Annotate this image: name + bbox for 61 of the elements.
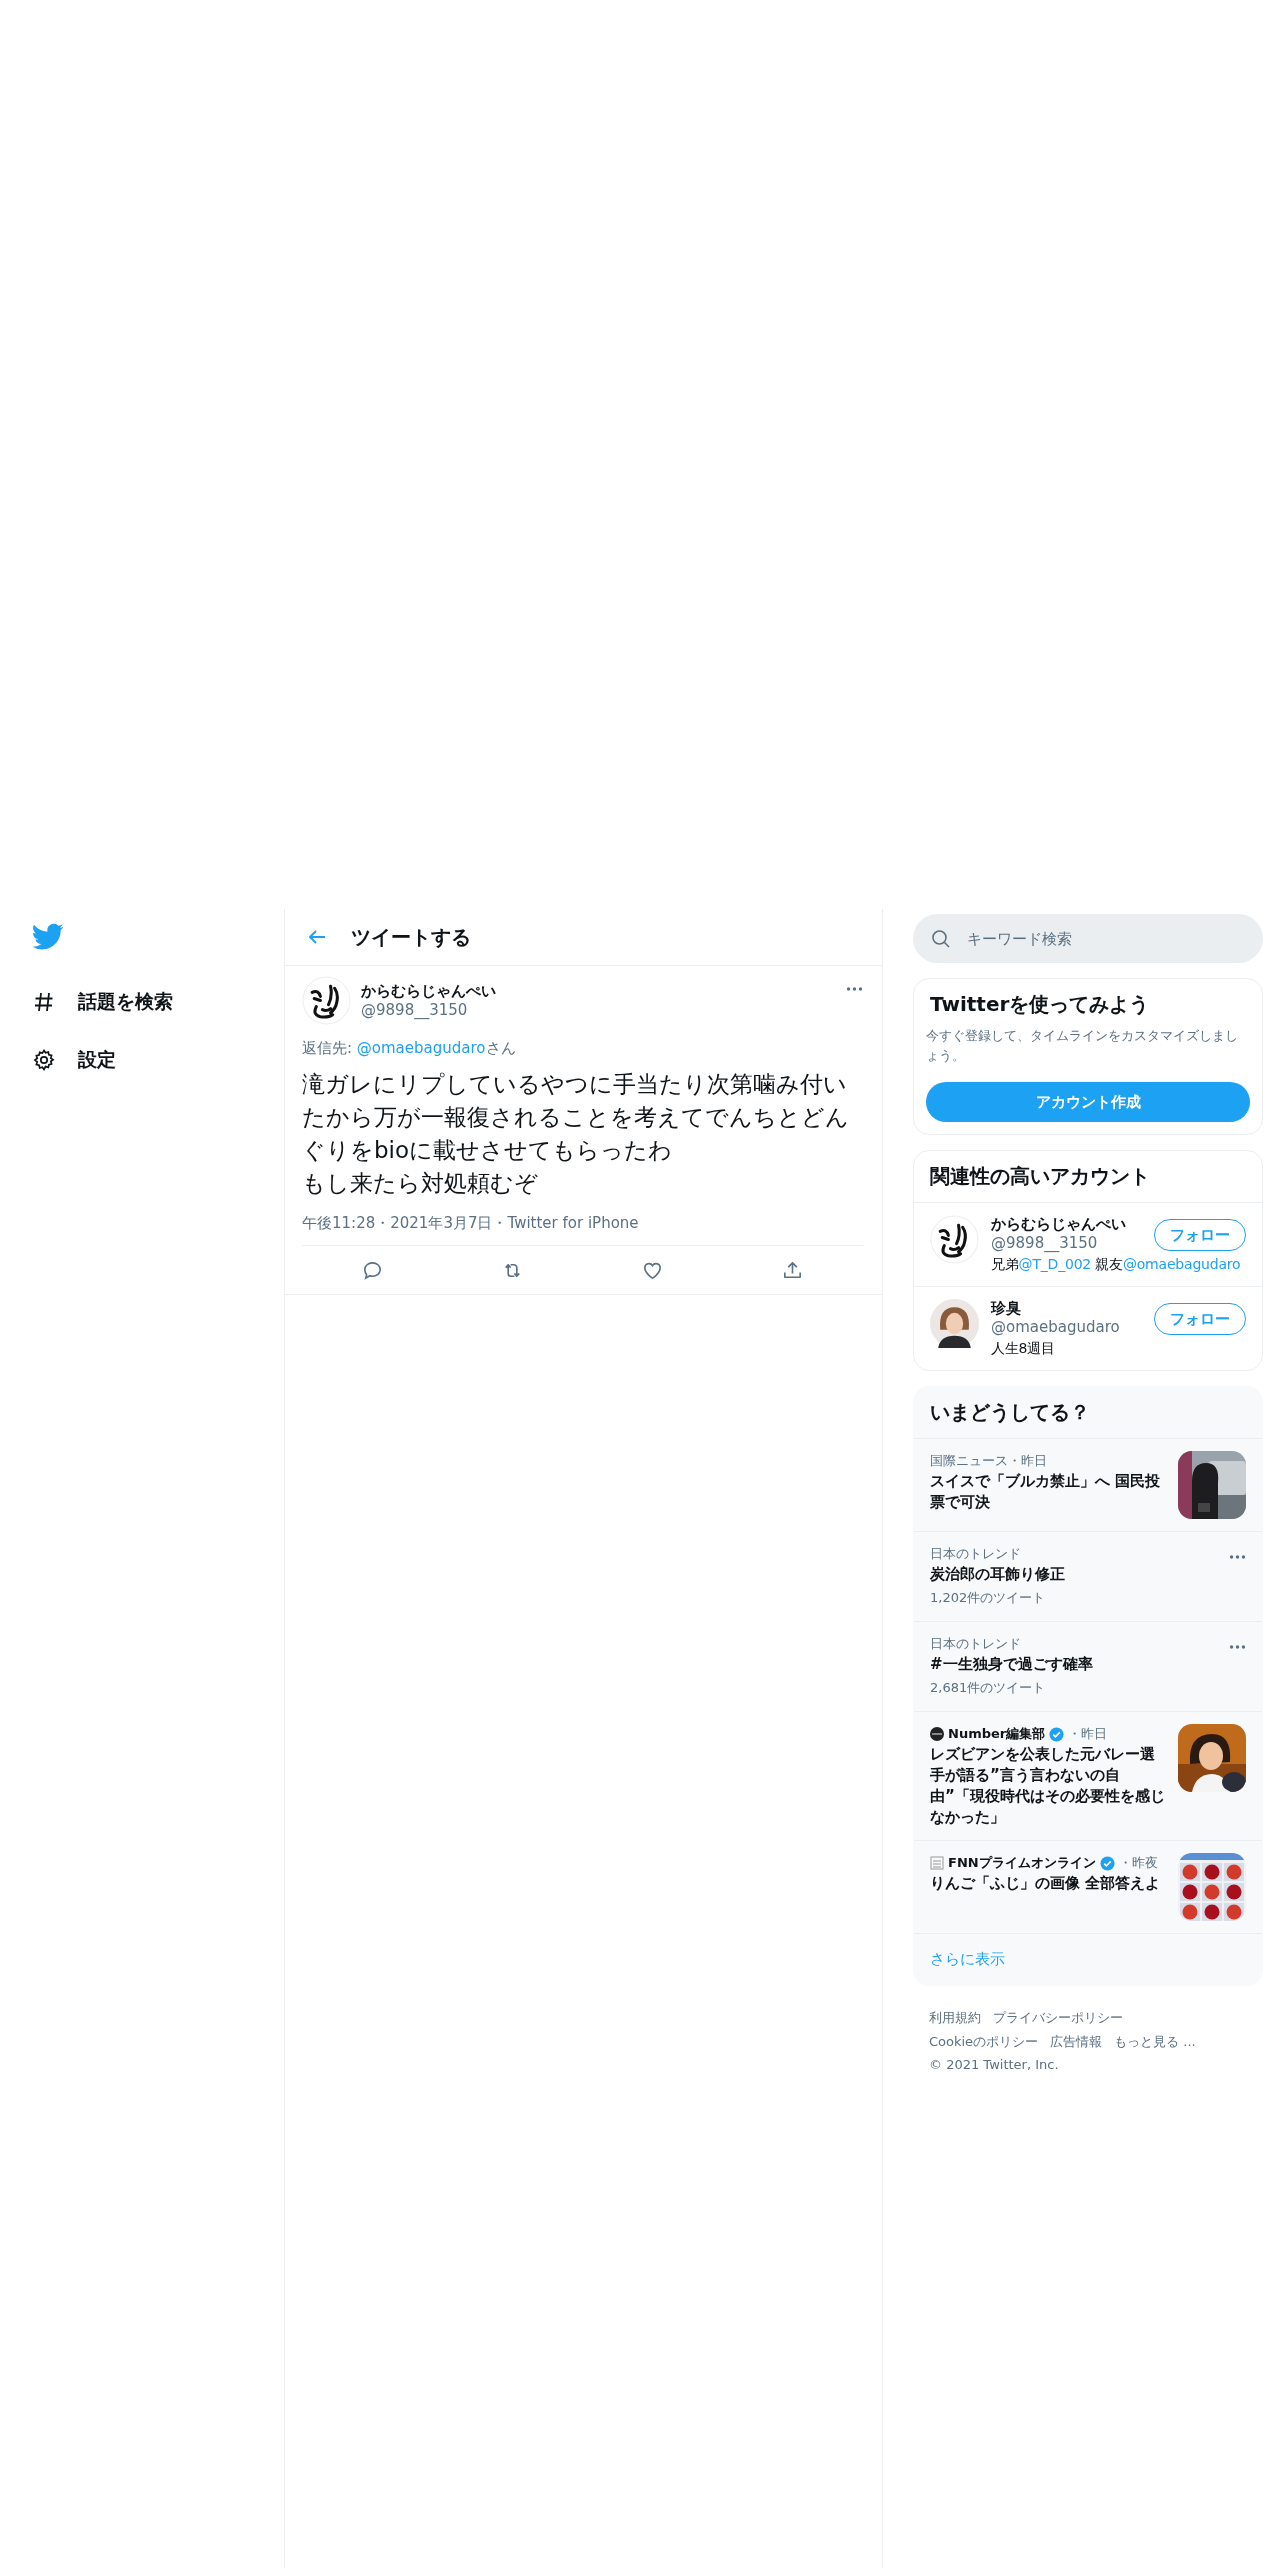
post-time: ・昨日 (1068, 1725, 1108, 1743)
mention-link[interactable]: @omaebagudaro (356, 1039, 486, 1057)
account-name[interactable]: からむらじゃんぺい (991, 1215, 1146, 1234)
card-title: Twitterを使ってみよう (929, 991, 1151, 1018)
trend-category: 国際ニュース・昨日 (930, 1452, 1048, 1470)
tweet-text: もし来たら対処頼むぞ (302, 1169, 539, 1198)
footer-link[interactable]: 広告情報 (1050, 2033, 1103, 2051)
mention-link[interactable]: @omaebagudaro (1122, 1256, 1241, 1272)
trend-item[interactable]: 日本のトレンド 炭治郎の耳飾り修正 1,202件のツイート (914, 1531, 1262, 1621)
nav-item[interactable]: 話題を検索 (30, 973, 284, 1031)
page-title: ツイートする (351, 923, 471, 951)
settings-icon (32, 1048, 56, 1072)
author-name[interactable]: からむらじゃんぺい (361, 982, 836, 1001)
more-icon[interactable] (1229, 1644, 1246, 1650)
footer-link[interactable]: 利用規約 (929, 2009, 981, 2027)
post-time: ・昨夜 (1118, 1854, 1158, 1872)
hashtag-icon (32, 990, 56, 1014)
source-logo-icon (930, 1856, 944, 1870)
tweet-count: 2,681件のツイート (930, 1679, 1047, 1697)
tweet-count: 1,202件のツイート (930, 1589, 1047, 1607)
copyright-text: © 2021 Twitter, Inc. (929, 2057, 1060, 2072)
trend-item[interactable]: FNNプライムオンライン ・昨夜 りんご「ふじ」の画像 全部答えよ (914, 1840, 1262, 1933)
more-icon[interactable] (1229, 1554, 1246, 1560)
account-handle[interactable]: @9898__3150 (991, 1234, 1146, 1252)
account-bio: 兄弟@T_D_002 親友@omaebagudaro (991, 1256, 1242, 1274)
trend-item[interactable]: 国際ニュース・昨日 スイスで「ブルカ禁止」へ 国民投票で可決 (914, 1438, 1262, 1531)
trend-headline: #一生独身で過ごす確率 (930, 1654, 1094, 1675)
reply-to-text: 返信先: @omaebagudaroさん (302, 1039, 517, 1058)
account-name[interactable]: 珍臭 (991, 1299, 1146, 1318)
trend-headline: レズビアンを公表した元バレー選手が語る”言う言わないの自由”「現役時代はその必要性を感じなかった」 (930, 1744, 1166, 1828)
trend-item[interactable]: 日本のトレンド #一生独身で過ごす確率 2,681件のツイート (914, 1621, 1262, 1711)
card-title: いまどうしてる？ (929, 1399, 1091, 1426)
trend-category: 日本のトレンド (930, 1635, 1022, 1653)
account-handle[interactable]: @omaebagudaro (991, 1318, 1146, 1336)
nav-item[interactable]: 設定 (30, 1031, 284, 1089)
footer-link[interactable]: プライバシーポリシー (993, 2009, 1123, 2027)
footer-link[interactable]: Cookieのポリシー (929, 2033, 1039, 2051)
mention-link[interactable]: @T_D_002 (1018, 1256, 1092, 1272)
avatar[interactable] (930, 1215, 979, 1264)
footer-link[interactable]: もっと見る ... (1114, 2033, 1196, 2051)
trend-headline: 炭治郎の耳飾り修正 (930, 1564, 1066, 1585)
source-name[interactable]: Number編集部 (948, 1724, 1046, 1744)
trend-headline: スイスで「ブルカ禁止」へ 国民投票で可決 (930, 1471, 1162, 1513)
account-bio: 人生8週目 (991, 1340, 1056, 1358)
trend-headline: りんご「ふじ」の画像 全部答えよ (930, 1873, 1162, 1894)
search-bar[interactable]: キーワード検索 (913, 914, 1263, 963)
more-icon[interactable] (846, 986, 863, 992)
tweet-text: 滝ガレにリプしているやつに手当たり次第噛み付いたから万が一報復されることを考えてでんちとどんぐりをbioに載せさせてもらったわ (302, 1070, 850, 1165)
signup-text: 今すぐ登録して、タイムラインをカスタマイズしましょう。 (926, 1027, 1239, 1065)
avatar[interactable] (930, 1299, 979, 1348)
tweet-meta: 午後11:28・2021年3月7日・Twitter for iPhone (302, 1214, 640, 1233)
source-logo-icon (930, 1727, 944, 1741)
card-title: 関連性の高いアカウント (929, 1163, 1151, 1190)
trend-category: 日本のトレンド (930, 1545, 1022, 1563)
trend-item[interactable]: Number編集部 ・昨日 レズビアンを公表した元バレー選手が語る”言う言わないの自由”「現役時代はその必要性を感じなかった」 (914, 1711, 1262, 1840)
bird-logo[interactable] (32, 923, 64, 951)
author-handle[interactable]: @9898__3150 (361, 1001, 836, 1019)
search-icon (931, 928, 951, 949)
search-field[interactable]: キーワード検索 (967, 914, 1263, 963)
source-name[interactable]: FNNプライムオンライン (948, 1853, 1096, 1873)
avatar[interactable] (302, 976, 351, 1025)
